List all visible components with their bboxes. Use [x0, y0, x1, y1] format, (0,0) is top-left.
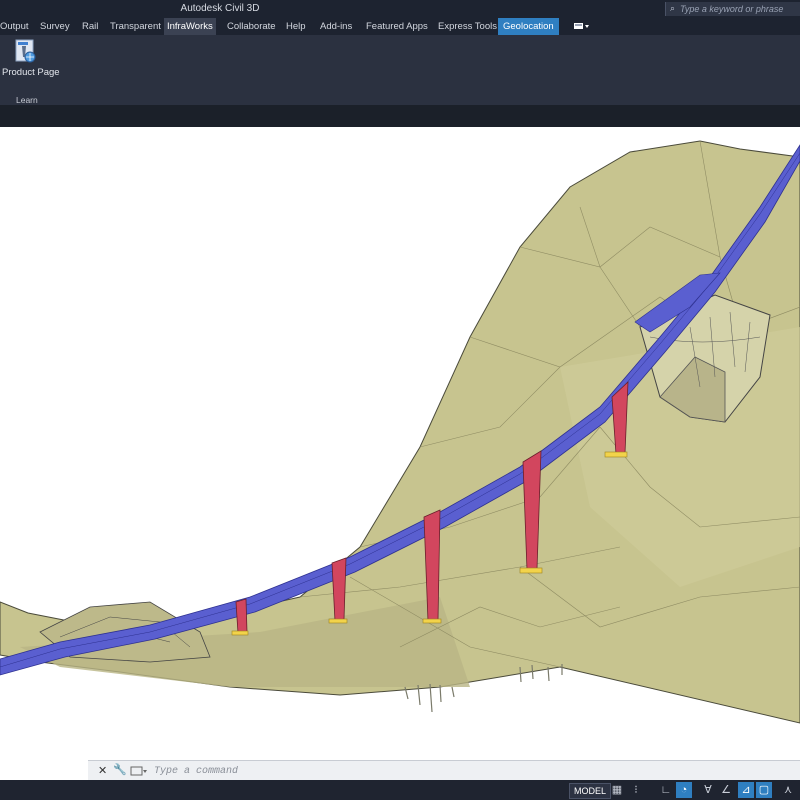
drawing-viewport[interactable]: [0, 127, 800, 758]
recent-commands-icon[interactable]: [130, 765, 148, 777]
model-3d-view: [0, 140, 800, 724]
ribbon-tab-bar: Output Survey Rail Transparent InfraWork…: [0, 18, 800, 35]
tab-infraworks[interactable]: InfraWorks: [164, 18, 216, 35]
tab-featured-apps[interactable]: Featured Apps: [366, 18, 428, 35]
isodraft-icon[interactable]: ∀: [700, 782, 716, 798]
snap-icon[interactable]: ⁝: [628, 782, 644, 798]
status-bar: MODEL ▦ ⁝ ∟ ◔ ∀ ∠ ⊿ ▢ ⋏: [0, 780, 800, 800]
search-icon: ⌕: [670, 3, 676, 13]
ortho-icon[interactable]: ∟: [658, 782, 674, 798]
tab-add-ins[interactable]: Add-ins: [320, 18, 352, 35]
tab-transparent[interactable]: Transparent: [110, 18, 161, 35]
app-title: Autodesk Civil 3D: [180, 3, 260, 14]
grid-icon[interactable]: ▦: [609, 782, 625, 798]
tab-rail[interactable]: Rail: [82, 18, 98, 35]
command-line: ✕ 🔧: [88, 760, 800, 781]
tab-help[interactable]: Help: [286, 18, 306, 35]
model-space-button[interactable]: MODEL: [569, 783, 612, 799]
lineweight-icon[interactable]: ▢: [756, 782, 772, 798]
tab-survey[interactable]: Survey: [40, 18, 70, 35]
customize-icon[interactable]: 🔧: [113, 763, 127, 776]
tab-output[interactable]: Output: [0, 18, 29, 35]
product-page-button[interactable]: Product Page: [2, 67, 60, 78]
search-input[interactable]: [680, 2, 798, 16]
annotation-scale-icon[interactable]: ⋏: [780, 782, 796, 798]
osnap-tracking-icon[interactable]: ∠: [718, 782, 734, 798]
title-bar: Autodesk Civil 3D ⌕: [0, 0, 800, 18]
workspace-toggle-icon[interactable]: [574, 22, 590, 31]
tab-collaborate[interactable]: Collaborate: [227, 18, 276, 35]
object-snap-icon[interactable]: ⊿: [738, 782, 754, 798]
search-box[interactable]: ⌕: [665, 2, 800, 16]
panel-title-learn: Learn: [16, 95, 38, 105]
file-tab-strip: [0, 105, 800, 127]
command-input[interactable]: [154, 763, 754, 779]
tab-express-tools[interactable]: Express Tools: [438, 18, 497, 35]
product-page-icon[interactable]: [13, 39, 37, 64]
polar-icon[interactable]: ◔: [676, 782, 692, 798]
tab-geolocation[interactable]: Geolocation: [498, 18, 559, 35]
ribbon-panel: Product Page Learn: [0, 35, 800, 105]
close-icon[interactable]: ✕: [98, 764, 107, 777]
